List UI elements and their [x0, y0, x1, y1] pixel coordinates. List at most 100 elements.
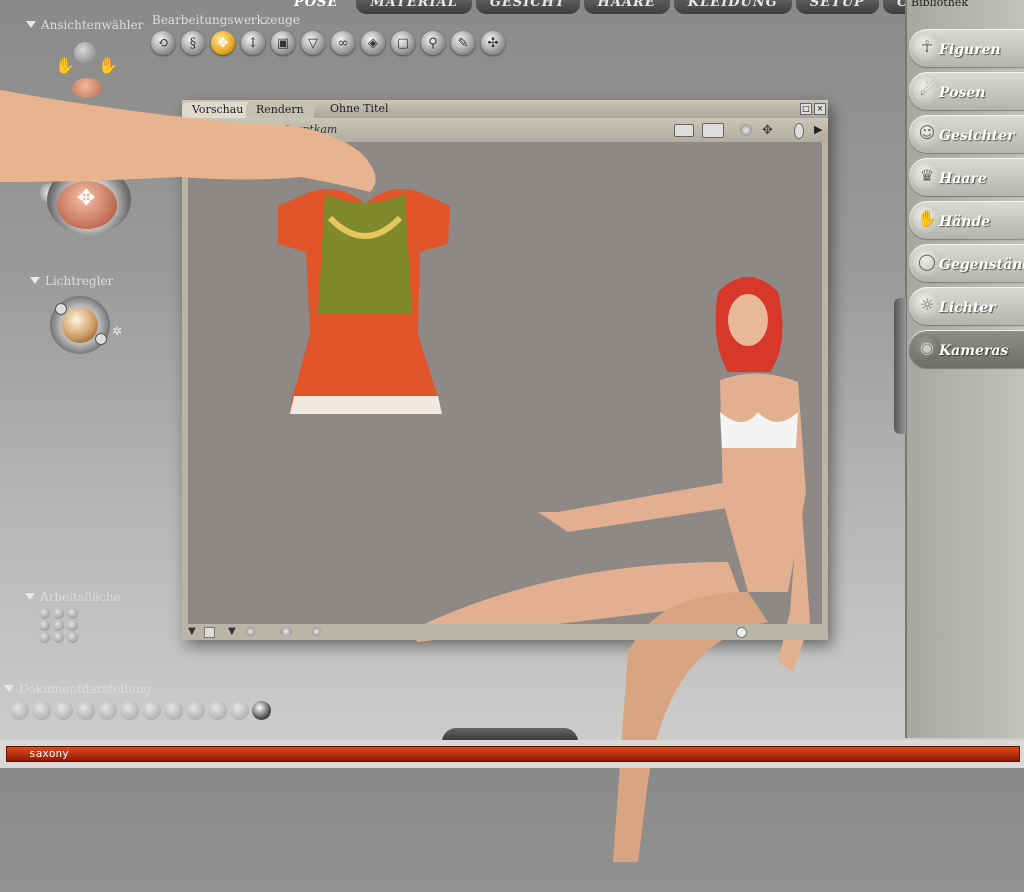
top-tab-bar: POSE MATERIAL GESICHT HAARE KLEIDUNG SET… — [280, 0, 997, 14]
scale-icon: ▣ — [276, 35, 290, 51]
right-hand-camera-icon[interactable]: ✋ — [98, 56, 118, 75]
face-camera-icon[interactable] — [74, 42, 96, 64]
frame-icon[interactable] — [204, 627, 215, 638]
tab-setup[interactable]: SETUP — [795, 0, 879, 14]
options-triangle-icon[interactable]: ▼ — [188, 626, 196, 637]
grouping-tool-button[interactable]: ▢ — [391, 31, 415, 55]
library-item-gegenstaende[interactable]: ◯ Gegenstände — [909, 244, 1024, 282]
camera-icon[interactable] — [702, 123, 724, 138]
direct-manipulation-tool-button[interactable]: ✣ — [481, 31, 505, 55]
library-item-label: Gesichter — [939, 128, 1015, 144]
hair-icon: ♛ — [913, 162, 941, 190]
library-item-lichter[interactable]: ☼ Lichter — [909, 287, 1024, 325]
document-style-header[interactable]: Dokumentdarstellung — [4, 682, 151, 696]
library-item-label: Gegenstände — [939, 257, 1024, 273]
translate-tool-button[interactable]: ✥ — [211, 31, 235, 55]
collapse-triangle-icon — [4, 685, 14, 692]
chain-tool-button[interactable]: ∞ — [331, 31, 355, 55]
rotate-tool-button[interactable]: ⟲ — [151, 31, 175, 55]
scene-viewport[interactable] — [188, 142, 822, 862]
camera-controls-header[interactable]: Ansichtenwähler — [26, 18, 143, 32]
library-drawer-handle[interactable] — [894, 298, 906, 434]
document-style-buttons — [10, 701, 271, 720]
pose-icon: ☄ — [913, 76, 941, 104]
twist-icon: § — [189, 35, 197, 51]
hand-image — [0, 90, 376, 192]
ui-dot[interactable] — [39, 620, 50, 631]
ui-dots-grid — [39, 608, 80, 643]
ground-toggle-icon[interactable] — [280, 627, 292, 636]
tab-kleidung[interactable]: KLEIDUNG — [673, 0, 792, 14]
prop-icon: ◯ — [913, 248, 941, 276]
collapse-triangle-icon — [25, 593, 35, 600]
docmode-lit-wireframe-button[interactable] — [98, 701, 117, 720]
options-triangle-icon[interactable]: ▼ — [228, 626, 236, 637]
scale-view-icon[interactable] — [794, 123, 804, 139]
light-handle-icon[interactable] — [55, 303, 67, 315]
docmode-flat-shaded-button[interactable] — [120, 701, 139, 720]
docmode-texture-shaded-button[interactable] — [252, 701, 271, 720]
close-icon[interactable]: × — [814, 103, 826, 115]
view-magnifier-tool-button[interactable]: ⚲ — [421, 31, 445, 55]
library-item-haare[interactable]: ♛ Haare — [909, 158, 1024, 196]
tab-haare[interactable]: HAARE — [583, 0, 670, 14]
docmode-hidden-line-button[interactable] — [76, 701, 95, 720]
face-icon: ☺ — [913, 119, 941, 147]
render-icon[interactable] — [674, 124, 694, 137]
ui-dot[interactable] — [67, 632, 78, 643]
docmode-smooth-lined-button[interactable] — [230, 701, 249, 720]
tab-pose[interactable]: POSE — [280, 0, 352, 14]
left-hand-camera-icon[interactable]: ✋ — [55, 56, 75, 75]
preview-toggle-icon[interactable] — [736, 627, 747, 638]
camera-icon: ◉ — [913, 334, 941, 362]
taper-tool-button[interactable]: ▽ — [301, 31, 325, 55]
library-item-figuren[interactable]: ☥ Figuren — [909, 29, 1024, 67]
document-bottom-bar: ▼ ▼ — [182, 624, 828, 640]
vertical-arrows-icon: ↕ — [247, 35, 259, 51]
library-title: Bibliothek — [911, 0, 968, 9]
library-item-kameras[interactable]: ◉ Kameras — [909, 330, 1024, 368]
ui-dot[interactable] — [39, 608, 50, 619]
docmode-wireframe-button[interactable] — [54, 701, 73, 720]
light-controls-header[interactable]: Lichtregler — [30, 274, 113, 288]
taper-icon: ▽ — [308, 35, 318, 51]
scale-tool-button[interactable]: ▣ — [271, 31, 295, 55]
library-item-haende[interactable]: ✋ Hände — [909, 201, 1024, 239]
docmode-flat-lined-button[interactable] — [142, 701, 161, 720]
light-controls-label: Lichtregler — [45, 274, 114, 288]
twist-tool-button[interactable]: § — [181, 31, 205, 55]
color-tool-button[interactable]: ◈ — [361, 31, 385, 55]
ui-dot[interactable] — [53, 632, 64, 643]
ui-dot[interactable] — [67, 608, 78, 619]
ui-dot[interactable] — [53, 608, 64, 619]
chain-icon: ∞ — [337, 35, 349, 51]
rotate-view-icon[interactable] — [740, 124, 752, 136]
light-sphere[interactable] — [62, 307, 98, 343]
tracking-toggle-icon[interactable] — [312, 627, 321, 636]
ui-dot[interactable] — [53, 620, 64, 631]
maximize-icon[interactable]: □ — [800, 103, 812, 115]
move-vertical-tool-button[interactable]: ↕ — [241, 31, 265, 55]
toolbar-label: Bearbeitungswerkzeuge — [152, 13, 300, 27]
move-view-icon[interactable]: ✥ — [762, 123, 773, 138]
library-item-gesichter[interactable]: ☺ Gesichter — [909, 115, 1024, 153]
light-handle-icon[interactable] — [95, 333, 107, 345]
tab-material[interactable]: MATERIAL — [356, 0, 472, 14]
library-item-posen[interactable]: ☄ Posen — [909, 72, 1024, 110]
docmode-smooth-shaded-button[interactable] — [208, 701, 227, 720]
morph-tool-button[interactable]: ✎ — [451, 31, 475, 55]
docmode-silhouette-button[interactable] — [10, 701, 29, 720]
ui-dot[interactable] — [39, 632, 50, 643]
docmode-outline-button[interactable] — [32, 701, 51, 720]
docmode-cartoon-button[interactable] — [164, 701, 183, 720]
document-options-arrow-icon[interactable]: ▶ — [814, 123, 822, 136]
ui-dot[interactable] — [67, 620, 78, 631]
docmode-cartoon-lined-button[interactable] — [186, 701, 205, 720]
library-panel: Bibliothek ☥ Figuren ☄ Posen ☺ Gesichter… — [905, 0, 1024, 738]
paint-bucket-icon: ◈ — [368, 35, 378, 51]
shadow-toggle-icon[interactable] — [246, 627, 255, 636]
new-light-icon[interactable]: ✲ — [112, 324, 122, 338]
ui-dots-header[interactable]: Arbeitsfläche — [25, 590, 121, 604]
status-text: saxony — [29, 747, 69, 760]
tab-gesicht[interactable]: GESICHT — [475, 0, 580, 14]
